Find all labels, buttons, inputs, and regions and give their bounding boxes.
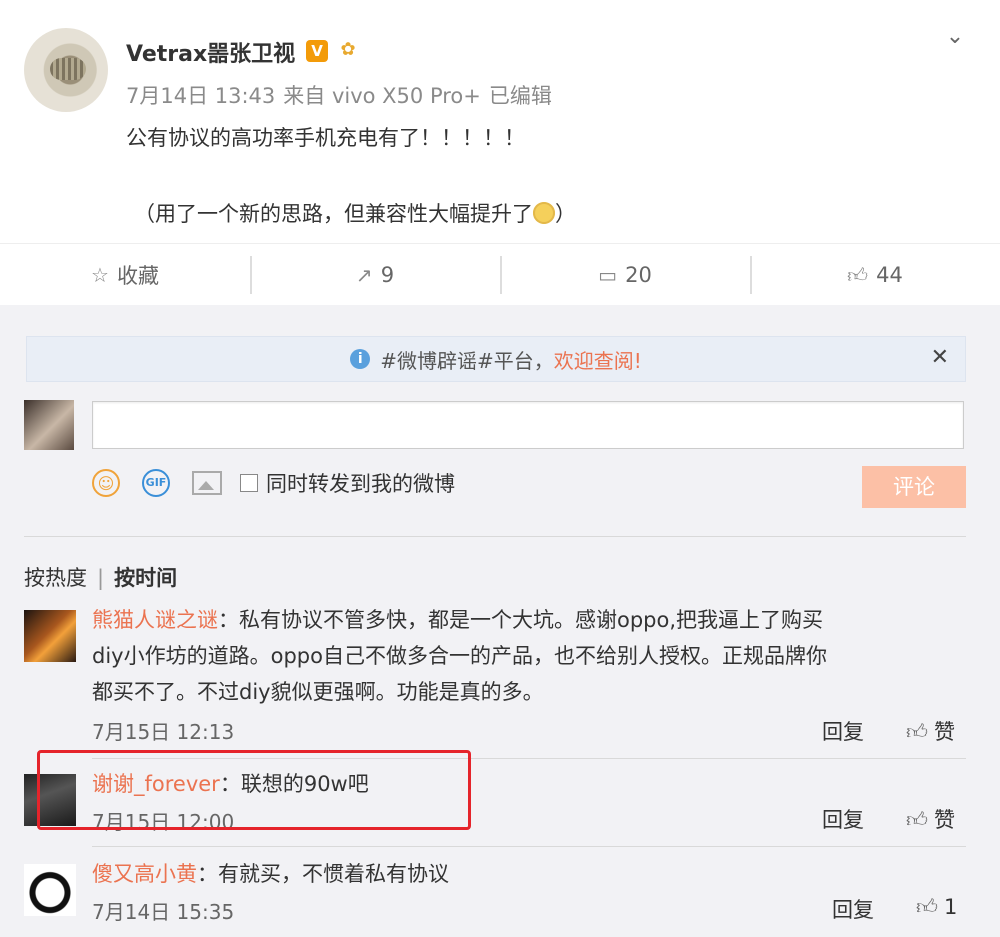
commenter-name[interactable]: 熊猫人谜之谜 bbox=[92, 608, 218, 632]
author-username[interactable]: Vetrax噐张卫视 bbox=[126, 36, 295, 68]
post-action-bar: ☆ 收藏 ↗ 9 ▭ 20 👍︎ 44 bbox=[0, 243, 1000, 306]
submit-comment-button[interactable]: 评论 bbox=[862, 466, 966, 508]
comment-time: 7月15日 12:13 bbox=[92, 720, 235, 744]
thumbs-up-icon: 👍︎ bbox=[847, 262, 869, 287]
notice-text[interactable]: #微博辟谣#平台， bbox=[380, 345, 554, 374]
info-icon: i bbox=[350, 349, 371, 369]
red-highlight-box bbox=[37, 750, 471, 830]
comment-body-line1: ：私有协议不管多快，都是一个大坑。感谢oppo,把我逼上了购买 bbox=[218, 608, 824, 632]
comment-count: 20 bbox=[625, 263, 652, 287]
repost-button[interactable]: ↗ 9 bbox=[250, 244, 500, 306]
like-count: 1 bbox=[943, 895, 958, 919]
medal-icon: ✿ bbox=[340, 39, 356, 60]
star-outline-icon: ☆ bbox=[91, 263, 109, 287]
divider bbox=[24, 536, 966, 537]
reply-button[interactable]: 回复 bbox=[822, 804, 864, 834]
favorite-label: 收藏 bbox=[116, 264, 159, 288]
sort-tabs: 按热度 | 按时间 bbox=[24, 562, 177, 592]
like-label: 赞 bbox=[933, 720, 955, 744]
post-content-end: ） bbox=[555, 202, 576, 226]
image-icon[interactable] bbox=[192, 471, 222, 495]
repost-checkbox[interactable] bbox=[240, 474, 258, 492]
like-comment-button[interactable]: 👍︎ 赞 bbox=[906, 716, 955, 746]
reply-button[interactable]: 回复 bbox=[822, 716, 864, 746]
composer-toolbar: ☺ GIF 同时转发到我的微博 bbox=[92, 466, 455, 500]
comment-time: 7月14日 15:35 bbox=[92, 900, 235, 924]
like-button[interactable]: 👍︎ 44 bbox=[750, 244, 1000, 306]
post-source: 来自 vivo X50 Pro+ bbox=[283, 84, 481, 108]
emoji-icon[interactable]: ☺ bbox=[92, 469, 120, 497]
post-meta: 7月14日 13:43 来自 vivo X50 Pro+ 已编辑 bbox=[126, 80, 560, 110]
favorite-button[interactable]: ☆ 收藏 bbox=[0, 244, 250, 306]
weibo-post: Vetrax噐张卫视 V ✿ ⌄ 7月14日 13:43 来自 vivo X50 … bbox=[0, 0, 1000, 243]
like-comment-button[interactable]: 👍︎ 赞 bbox=[906, 804, 955, 834]
thumbs-up-icon: 👍︎ bbox=[916, 895, 938, 919]
thumbs-up-icon: 👍︎ bbox=[906, 720, 928, 744]
my-avatar[interactable] bbox=[24, 400, 74, 450]
post-content-line1: 公有协议的高功率手机充电有了！！！！！ bbox=[126, 126, 525, 150]
like-label: 赞 bbox=[933, 808, 955, 832]
post-content-text: （用了一个新的思路，但兼容性大幅提升了 bbox=[134, 202, 533, 226]
comment-text: 熊猫人谜之谜：私有协议不管多快，都是一个大坑。感谢oppo,把我逼上了购买 di… bbox=[92, 602, 970, 710]
comment-body-line2: diy小作坊的道路。oppo自己不做多合一的产品，也不给别人授权。正规品牌你 bbox=[92, 644, 827, 668]
post-date[interactable]: 7月14日 13:43 bbox=[126, 84, 275, 108]
post-content-line2: （用了一个新的思路，但兼容性大幅提升了 ） bbox=[134, 198, 576, 228]
sort-by-time[interactable]: 按时间 bbox=[114, 566, 177, 590]
sort-by-hot[interactable]: 按热度 bbox=[24, 566, 87, 590]
chevron-down-icon[interactable]: ⌄ bbox=[940, 24, 970, 49]
comment-icon: ▭ bbox=[598, 263, 618, 287]
comment-button[interactable]: ▭ 20 bbox=[500, 244, 750, 306]
commenter-avatar[interactable] bbox=[24, 610, 76, 662]
rumor-notice-banner: i #微博辟谣#平台， 欢迎查阅! ✕ bbox=[26, 336, 966, 382]
commenter-avatar[interactable] bbox=[24, 864, 76, 916]
comment-body-line1: ：有就买，不惯着私有协议 bbox=[197, 862, 449, 886]
comment-text: 傻又高小黄：有就买，不惯着私有协议 bbox=[92, 856, 970, 892]
glasses-emoji-icon bbox=[533, 202, 555, 224]
close-icon[interactable]: ✕ bbox=[931, 345, 949, 370]
repost-icon: ↗ bbox=[355, 263, 373, 287]
author-avatar[interactable] bbox=[24, 28, 108, 112]
verified-badge-icon: V bbox=[306, 40, 328, 62]
repost-count: 9 bbox=[380, 263, 395, 287]
reply-button[interactable]: 回复 bbox=[832, 894, 874, 924]
comment-divider bbox=[92, 846, 966, 847]
like-count: 44 bbox=[876, 263, 903, 287]
gif-icon[interactable]: GIF bbox=[142, 469, 170, 497]
microphone-image bbox=[50, 58, 86, 80]
repost-checkbox-label[interactable]: 同时转发到我的微博 bbox=[266, 468, 455, 498]
edited-label[interactable]: 已编辑 bbox=[489, 84, 552, 108]
sort-separator: | bbox=[97, 566, 105, 590]
like-comment-button[interactable]: 👍︎ 1 bbox=[916, 894, 957, 920]
comment-input[interactable] bbox=[92, 401, 964, 449]
comment-body-line3: 都买不了。不过diy貌似更强啊。功能是真的多。 bbox=[92, 680, 544, 704]
notice-link[interactable]: 欢迎查阅! bbox=[554, 345, 642, 374]
commenter-name[interactable]: 傻又高小黄 bbox=[92, 862, 197, 886]
thumbs-up-icon: 👍︎ bbox=[906, 808, 928, 832]
